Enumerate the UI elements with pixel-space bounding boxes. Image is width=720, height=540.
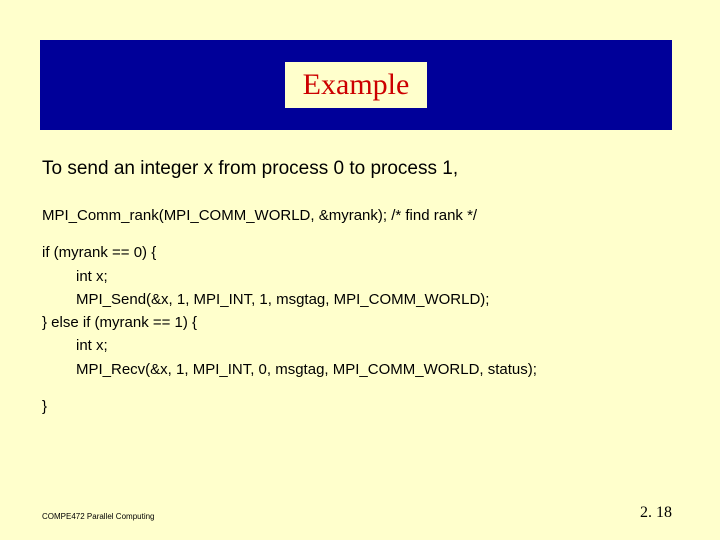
content-area: To send an integer x from process 0 to p…	[42, 158, 672, 418]
code-line-3: int x;	[42, 265, 672, 288]
footer-page: 2. 18	[640, 504, 672, 522]
footer-course: COMPE472 Parallel Computing	[40, 511, 157, 522]
code-line-7: MPI_Recv(&x, 1, MPI_INT, 0, msgtag, MPI_…	[42, 358, 672, 381]
slide-title: Example	[303, 68, 410, 101]
title-bar: Example	[40, 40, 672, 130]
footer: COMPE472 Parallel Computing 2. 18	[40, 504, 672, 522]
code-line-2: if (myrank == 0) {	[42, 241, 672, 264]
code-line-4: MPI_Send(&x, 1, MPI_INT, 1, msgtag, MPI_…	[42, 288, 672, 311]
code-line-8: }	[42, 395, 672, 418]
code-line-6: int x;	[42, 334, 672, 357]
code-line-5: } else if (myrank == 1) {	[42, 311, 672, 334]
intro-text: To send an integer x from process 0 to p…	[42, 158, 672, 180]
title-inner: Example	[285, 62, 428, 108]
code-line-1: MPI_Comm_rank(MPI_COMM_WORLD, &myrank); …	[42, 204, 672, 227]
